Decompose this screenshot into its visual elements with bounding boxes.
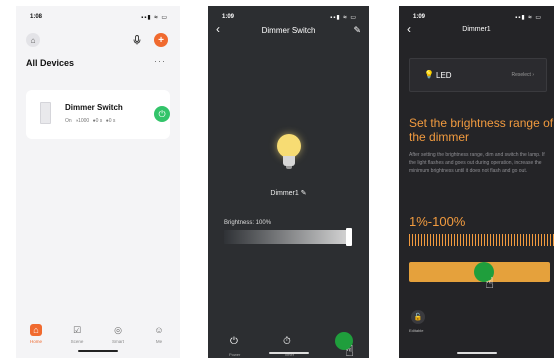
- tab-home-label: Home: [29, 339, 42, 344]
- add-device-button[interactable]: +: [154, 33, 168, 47]
- tab-scene[interactable]: ☑ Scene: [62, 324, 92, 344]
- tab-scene-label: Scene: [70, 339, 84, 344]
- status-time: 1:09: [222, 14, 235, 20]
- status-bar: 1:08 ▪▪▮ ≈ ▭: [30, 14, 168, 24]
- device-status: On ◑1000 ●0 s ●0 s: [65, 118, 117, 124]
- device-name: Dimmer Switch: [65, 103, 123, 112]
- status-bar: 1:09 ▪▪▮ ≈ ▭: [222, 14, 357, 24]
- tab-home[interactable]: ⌂ Home: [21, 324, 51, 344]
- home-indicator: [268, 352, 309, 354]
- bulb-tip: [286, 166, 292, 169]
- device-thumbnail: [40, 102, 51, 124]
- status-signal-icon: ▪▪▮ ≈ ▭: [515, 15, 542, 21]
- home-icon: ⌂: [30, 324, 42, 336]
- smart-icon: ◎: [114, 325, 122, 335]
- phone-home-screen: 1:08 ▪▪▮ ≈ ▭ ⌂ + All Devices ··· Dimmer …: [16, 6, 180, 358]
- status-timer-a: ●0 s: [92, 118, 103, 124]
- phone-range-screen: 1:09 ▪▪▮ ≈ ▭ ‹ Dimmer1 💡 LED Reselect › …: [399, 6, 554, 358]
- bulb-icon: 💡: [424, 70, 434, 79]
- page-title: Dimmer Switch: [261, 26, 316, 35]
- tab-smart[interactable]: ◎ Smart: [103, 324, 133, 344]
- tab-me-label: Me: [155, 339, 163, 344]
- slider-handle[interactable]: [346, 228, 352, 246]
- device-name-row[interactable]: Dimmer1 ✎: [208, 189, 369, 197]
- power-icon[interactable]: ⏻: [230, 336, 238, 347]
- home-indicator: [456, 352, 497, 354]
- device-card[interactable]: Dimmer Switch On ◑1000 ●0 s ●0 s ⏻: [26, 90, 170, 139]
- rename-icon[interactable]: ✎: [301, 190, 307, 197]
- edit-icon[interactable]: ✎: [353, 25, 361, 36]
- mic-icon[interactable]: [130, 33, 144, 47]
- brightness-label: Brightness: 100%: [224, 220, 272, 226]
- page-title: Dimmer1: [462, 26, 491, 33]
- bottom-tab-bar: ⌂ Home ☑ Scene ◎ Smart ☺ Me: [16, 318, 180, 358]
- home-switch-icon[interactable]: ⌂: [26, 33, 40, 47]
- brightness-slider[interactable]: [224, 228, 352, 246]
- range-value: 1%-100%: [409, 214, 466, 229]
- status-time: 1:08: [30, 14, 43, 20]
- pointing-hand-icon: ☝: [485, 275, 495, 292]
- scene-icon: ☑: [72, 325, 82, 335]
- home-indicator: [78, 350, 118, 352]
- more-icon[interactable]: ···: [154, 56, 166, 66]
- status-time: 1:09: [413, 14, 426, 20]
- range-description: After setting the brightness range, dim …: [409, 152, 545, 174]
- device-name: Dimmer1: [270, 190, 299, 197]
- tab-smart-label: Smart: [111, 339, 124, 344]
- status-on: On: [65, 118, 72, 124]
- range-heading: Set the brightness range of the dimmer: [409, 116, 554, 144]
- status-timer-b: ●0 s: [105, 118, 116, 124]
- timer-icon[interactable]: ⏱: [283, 336, 291, 347]
- editable-label: Editable: [409, 328, 424, 333]
- led-type-row[interactable]: 💡 LED Reselect ›: [409, 58, 547, 92]
- reselect-link[interactable]: Reselect ›: [511, 72, 534, 78]
- pointing-hand-icon: ☝: [345, 343, 355, 358]
- phone-dimmer-screen: 1:09 ▪▪▮ ≈ ▭ ‹ Dimmer Switch ✎ Dimmer1 ✎…: [208, 6, 369, 358]
- lock-icon[interactable]: 🔓: [411, 310, 425, 324]
- status-bar: 1:09 ▪▪▮ ≈ ▭: [413, 14, 542, 24]
- bulb-base: [283, 156, 295, 166]
- bulb-icon[interactable]: [277, 134, 301, 158]
- power-label: Power: [229, 352, 241, 357]
- range-slider[interactable]: [409, 234, 554, 246]
- section-title: All Devices: [26, 58, 75, 68]
- power-toggle-icon[interactable]: ⏻: [154, 106, 170, 122]
- led-label: LED: [436, 71, 452, 80]
- status-brightness: ◑1000: [75, 118, 90, 124]
- me-icon: ☺: [154, 325, 164, 335]
- tab-me[interactable]: ☺ Me: [144, 324, 174, 344]
- status-signal-icon: ▪▪▮ ≈ ▭: [330, 15, 357, 21]
- status-signal-icon: ▪▪▮ ≈ ▭: [141, 15, 168, 21]
